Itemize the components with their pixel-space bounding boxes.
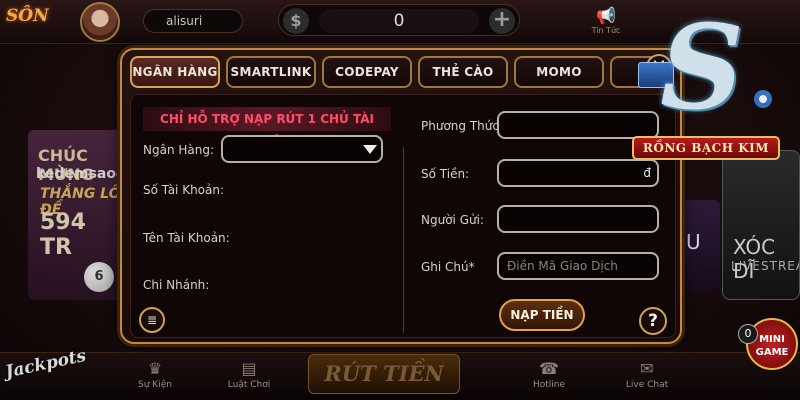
minigame-count-badge: 0 xyxy=(738,324,758,344)
bank-form-panel: CHỈ HỖ TRỢ NẠP RÚT 1 CHỦ TÀI KHOẢN Ngân … xyxy=(130,94,676,338)
payment-tabs: NGÂN HÀNG SMARTLINK CODEPAY THẺ CÀO MOMO… xyxy=(130,54,654,90)
tab-bank[interactable]: NGÂN HÀNG xyxy=(130,56,220,88)
casino-chip-icon xyxy=(754,90,772,108)
xoc-dia-live-card[interactable]: XÓC ĐĨ LIVESTREA xyxy=(722,150,800,300)
nav-rules-label: Luật Chơi xyxy=(227,380,271,390)
tab-smartlink[interactable]: SMARTLINK xyxy=(226,56,316,88)
brand-name-banner: RỒNG BẠCH KIM xyxy=(632,136,780,160)
chat-icon: ✉ xyxy=(640,359,654,378)
jackpots-logo[interactable]: Jackpots xyxy=(0,311,99,400)
username-display: alisuri xyxy=(143,9,243,33)
deposit-dialog: NGÂN HÀNG SMARTLINK CODEPAY THẺ CÀO MOMO… xyxy=(120,48,682,344)
site-logo[interactable]: SÔN xyxy=(6,6,76,38)
nav-live-chat[interactable]: ✉ Live Chat xyxy=(612,358,682,398)
minigame-label-2: GAME xyxy=(755,347,789,358)
lottery-ball-icon: 6 xyxy=(84,262,114,292)
news-button[interactable]: 📢 Tin Tức xyxy=(586,6,626,42)
help-button[interactable]: ? xyxy=(639,307,667,335)
winner-line-4: 594 TR xyxy=(40,210,86,260)
winner-banner-card[interactable]: CHÚC MỪNG kedemsao4 THẮNG LÔ ĐỀ 594 TR 6 xyxy=(28,130,124,300)
deposit-button[interactable]: NẠP TIỀN xyxy=(499,299,585,331)
minigame-label-1: MINI xyxy=(759,334,785,345)
bank-label: Ngân Hàng: xyxy=(143,143,215,157)
bank-select[interactable] xyxy=(221,135,383,163)
nav-live-chat-label: Live Chat xyxy=(625,380,669,390)
nav-hotline[interactable]: ☎ Hotline xyxy=(514,358,584,398)
sender-field[interactable] xyxy=(497,205,659,233)
method-label: Phương Thức: xyxy=(421,119,504,133)
account-name-label: Tên Tài Khoản: xyxy=(143,231,230,245)
nav-events[interactable]: ♛ Sự Kiện xyxy=(120,358,190,398)
transaction-code-input[interactable]: Điền Mã Giao Dịch xyxy=(497,252,659,280)
brand-logo: S RỒNG BẠCH KIM xyxy=(632,8,782,162)
megaphone-icon: 📢 xyxy=(596,6,616,25)
balance-box: $ 0 + xyxy=(278,4,520,36)
avatar[interactable] xyxy=(80,2,120,42)
dollar-icon: $ xyxy=(283,8,309,34)
withdraw-button[interactable]: RÚT TIỀN xyxy=(308,354,460,394)
brand-s-dragon-logo: S xyxy=(660,0,744,136)
livestream-label: LIVESTREA xyxy=(731,259,800,273)
balance-amount: 0 xyxy=(319,9,479,33)
single-account-notice: CHỈ HỖ TRỢ NẠP RÚT 1 CHỦ TÀI KHOẢN xyxy=(143,107,391,150)
currency-symbol: đ xyxy=(643,166,651,180)
amount-label: Số Tiền: xyxy=(421,167,470,181)
nav-events-label: Sự Kiện xyxy=(138,380,172,390)
tab-momo[interactable]: MOMO xyxy=(514,56,604,88)
game-card-partial[interactable]: U xyxy=(680,200,720,290)
nav-hotline-label: Hotline xyxy=(532,380,566,390)
document-icon[interactable]: ≣ xyxy=(139,307,165,333)
nav-rules[interactable]: ▤ Luật Chơi xyxy=(214,358,284,398)
transaction-code-placeholder: Điền Mã Giao Dịch xyxy=(507,259,618,273)
news-label: Tin Tức xyxy=(591,26,621,35)
tab-card[interactable]: THẺ CÀO xyxy=(418,56,508,88)
note-label: Ghi Chú* xyxy=(421,260,475,274)
sender-label: Người Gửi: xyxy=(421,213,484,227)
add-funds-button[interactable]: + xyxy=(489,8,515,34)
amount-field[interactable]: đ xyxy=(497,159,659,187)
crown-icon: ♛ xyxy=(147,359,163,378)
tab-codepay[interactable]: CODEPAY xyxy=(322,56,412,88)
game-card-partial-text: U xyxy=(686,230,701,254)
branch-label: Chi Nhánh: xyxy=(143,278,210,292)
column-divider xyxy=(403,147,404,333)
dropdown-caret-icon xyxy=(363,145,377,154)
account-number-label: Số Tài Khoản: xyxy=(143,183,225,197)
phone-icon: ☎ xyxy=(539,359,559,378)
winner-line-2: kedemsao4 xyxy=(36,166,124,182)
rules-icon: ▤ xyxy=(241,359,257,378)
